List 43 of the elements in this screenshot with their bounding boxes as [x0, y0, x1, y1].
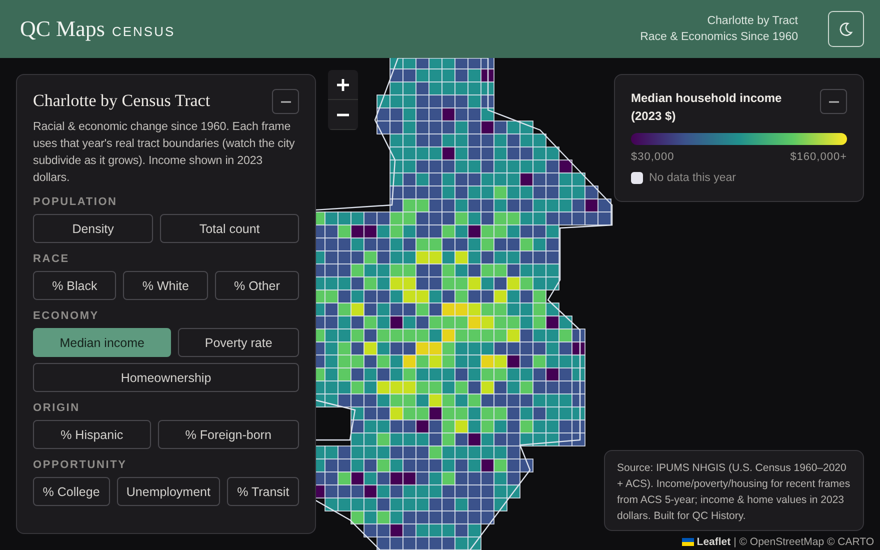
group-label: POPULATION	[33, 196, 118, 208]
map-attribution: | © OpenStreetMap © CARTO	[734, 536, 874, 548]
metric-button[interactable]: Poverty rate	[178, 328, 299, 357]
moon-icon	[838, 21, 854, 37]
source-note: Source: IPUMS NHGIS (U.S. Census 1960–2020 + ACS). Income/poverty/housing for recent frames from ACS 5-year; income & home values in 2023 dollars. Built for QC History.	[604, 450, 864, 531]
minus-icon	[828, 100, 838, 102]
group-label: ORIGIN	[33, 402, 81, 414]
no-data-swatch	[631, 172, 643, 184]
brand-logo: QC Maps	[20, 16, 105, 42]
metric-button[interactable]: % Foreign-born	[158, 420, 299, 449]
metric-button[interactable]: % Other	[214, 271, 299, 300]
group-label: RACE	[33, 253, 70, 265]
legend-min-label: $30,000	[631, 151, 674, 163]
metric-button[interactable]: % College	[33, 477, 110, 506]
group-label: OPPORTUNITY	[33, 459, 128, 471]
zoom-out-button[interactable]	[328, 100, 358, 130]
metric-button[interactable]: Density	[33, 214, 154, 243]
metric-button[interactable]: Median income	[33, 328, 172, 357]
metric-button[interactable]: % Hispanic	[33, 420, 151, 449]
minus-icon	[280, 100, 290, 102]
metric-button[interactable]: % Black	[33, 271, 116, 300]
metric-button[interactable]: Unemployment	[116, 477, 220, 506]
collapse-button[interactable]	[820, 89, 847, 114]
collapse-button[interactable]	[272, 89, 299, 114]
group-label: ECONOMY	[33, 310, 100, 322]
panel-description: Racial & economic change since 1960. Each frame uses that year's real tract boundaries (watch the city subdivide as it grows). Income shown in 2023 dollars.	[33, 119, 296, 186]
no-data-label: No data this year	[649, 172, 736, 184]
header-subtitle: Race & Economics Since 1960	[640, 31, 798, 43]
metric-button[interactable]: Total count	[160, 214, 299, 243]
panel-title: Charlotte by Census Tract	[33, 91, 210, 111]
brand-subtitle: CENSUS	[112, 24, 176, 39]
metric-button[interactable]: Homeownership	[33, 363, 299, 392]
legend-max-label: $160,000+	[790, 151, 847, 163]
flag-icon	[682, 538, 694, 546]
minus-icon	[336, 112, 350, 116]
zoom-in-button[interactable]	[328, 70, 358, 100]
metric-button[interactable]: % Transit	[227, 477, 299, 506]
legend-title: Median household income (2023 $)	[631, 90, 783, 125]
theme-toggle-button[interactable]	[828, 11, 864, 47]
header-subtitle: Charlotte by Tract	[707, 15, 798, 27]
plus-icon	[336, 78, 350, 92]
metric-button[interactable]: % White	[123, 271, 208, 300]
leaflet-link[interactable]: Leaflet	[696, 536, 731, 548]
